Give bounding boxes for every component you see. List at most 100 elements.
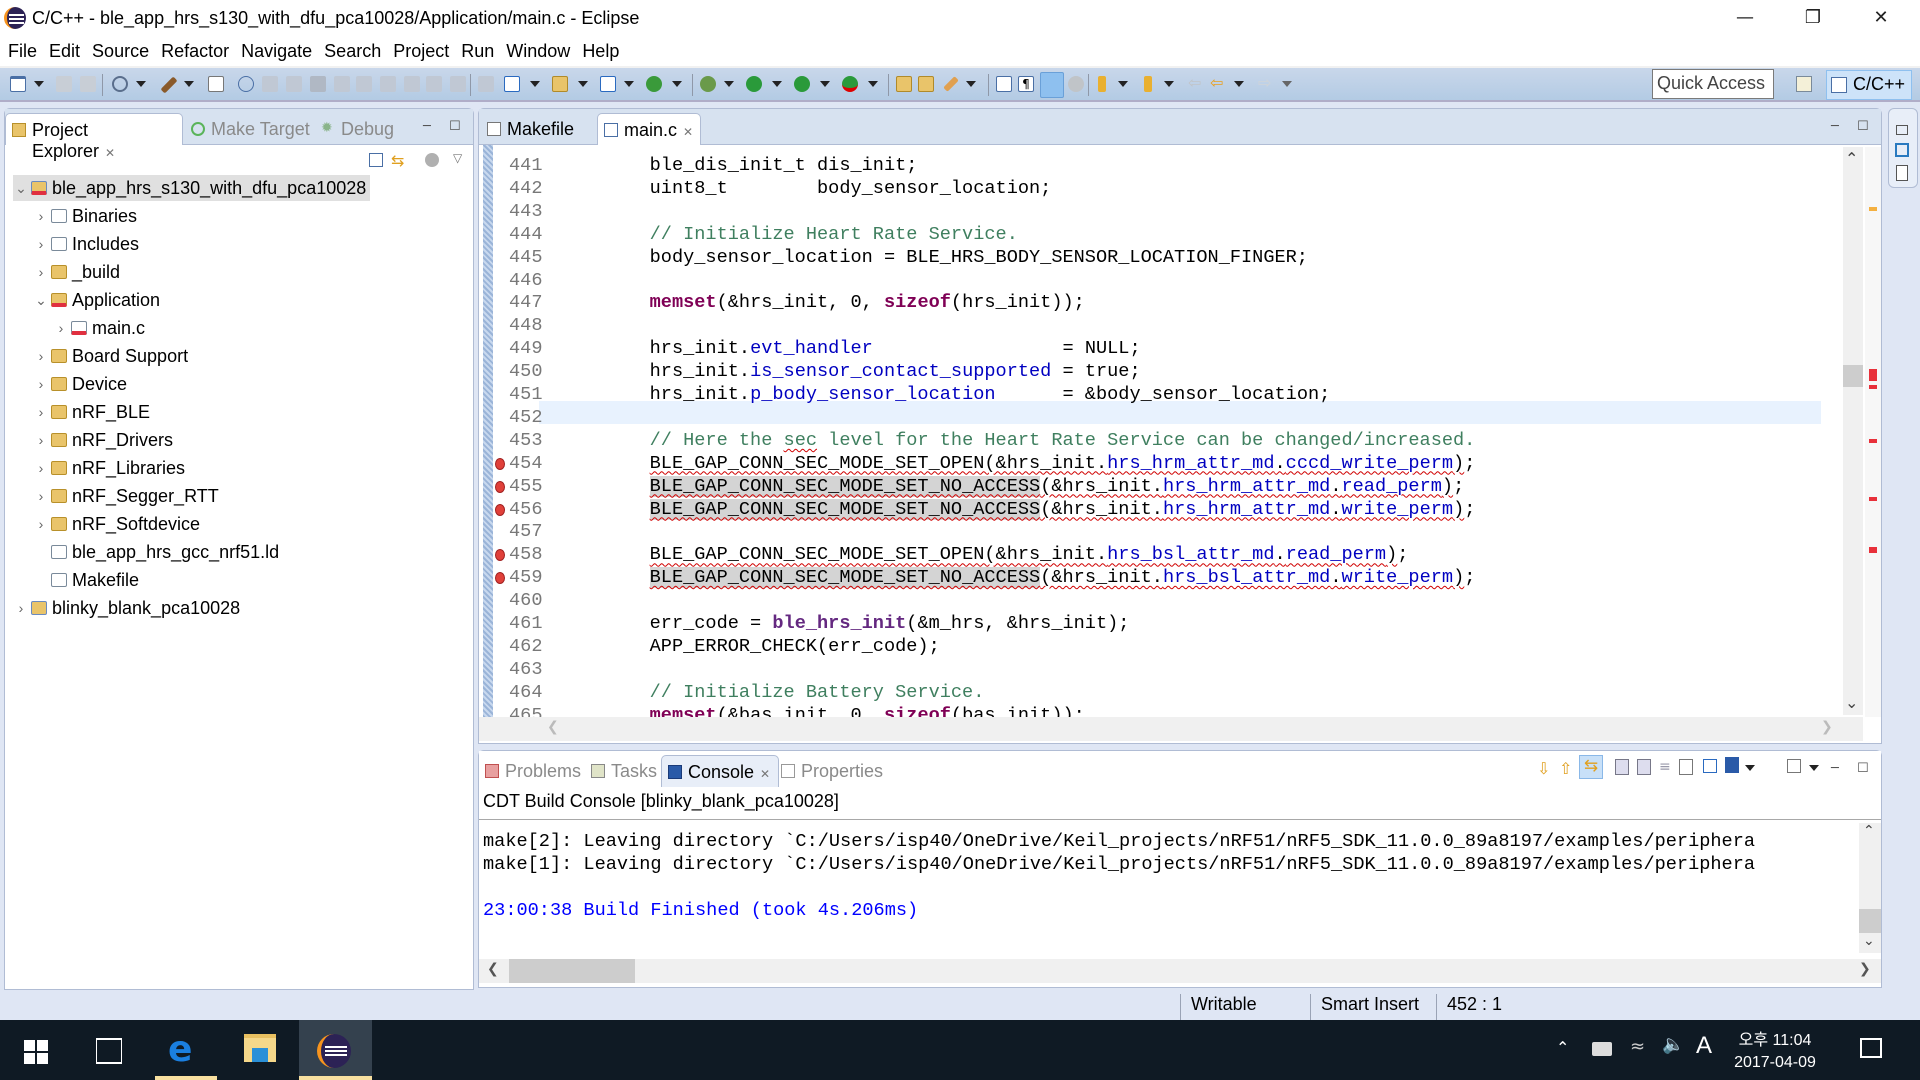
- minimize-panel-icon[interactable]: ─: [423, 119, 431, 134]
- next-annotation-dropdown-icon[interactable]: [1118, 81, 1128, 87]
- chevron-right-icon[interactable]: ›: [33, 432, 49, 448]
- debug-dropdown-icon[interactable]: [724, 81, 734, 87]
- tree-item[interactable]: ble_app_hrs_gcc_nrf51.ld: [33, 539, 279, 565]
- file-explorer-icon[interactable]: [244, 1034, 276, 1062]
- save-icon[interactable]: [56, 76, 72, 92]
- tree-item[interactable]: ⌄ ble_app_hrs_s130_with_dfu_pca10028: [13, 175, 371, 201]
- minimize-editor-icon[interactable]: ─: [1831, 119, 1839, 134]
- last-edit-location-icon[interactable]: ⇦: [1188, 75, 1204, 92]
- new-c-project-icon[interactable]: [504, 76, 520, 92]
- highlight-toggle-icon[interactable]: [1040, 72, 1064, 98]
- perspective-cpp-button[interactable]: C/C++: [1826, 70, 1912, 100]
- external-tools-dropdown-icon[interactable]: [868, 81, 878, 87]
- display-console-icon[interactable]: [1725, 757, 1739, 773]
- run-configurations-dropdown-icon[interactable]: [820, 81, 830, 87]
- binary-icon[interactable]: [208, 76, 224, 92]
- chevron-right-icon[interactable]: ›: [53, 320, 69, 336]
- forward-dropdown-icon[interactable]: [1282, 81, 1292, 87]
- filters-icon[interactable]: [425, 153, 439, 167]
- restore-views-icon[interactable]: [1896, 125, 1908, 135]
- eclipse-taskbar-button[interactable]: [299, 1020, 372, 1080]
- tree-item[interactable]: ⌄ Application: [33, 287, 160, 313]
- chevron-right-icon[interactable]: ›: [33, 404, 49, 420]
- new-source-folder-dropdown-icon[interactable]: [578, 81, 588, 87]
- wifi-icon[interactable]: ≈: [1630, 1036, 1645, 1057]
- chevron-right-icon[interactable]: ›: [33, 516, 49, 532]
- tab-console[interactable]: Console ✕: [661, 755, 780, 787]
- open-element-icon[interactable]: [918, 76, 934, 92]
- tab-makefile[interactable]: Makefile: [481, 113, 582, 145]
- tree-item[interactable]: › Device: [33, 371, 127, 397]
- step-into-icon[interactable]: [356, 76, 372, 92]
- step-return-icon[interactable]: [404, 76, 420, 92]
- menu-edit[interactable]: Edit: [49, 41, 80, 62]
- tree-item[interactable]: › blinky_blank_pca10028: [13, 595, 241, 621]
- chevron-right-icon[interactable]: ›: [13, 600, 29, 616]
- scroll-right-icon[interactable]: ❯: [1821, 719, 1833, 735]
- error-marker-icon[interactable]: [495, 480, 505, 493]
- run-icon[interactable]: [746, 76, 762, 92]
- scroll-lock-up-icon[interactable]: ⇧: [1559, 759, 1572, 778]
- new-class-dropdown-icon[interactable]: [672, 81, 682, 87]
- menu-navigate[interactable]: Navigate: [241, 41, 312, 62]
- disconnect-icon[interactable]: [334, 76, 350, 92]
- ime-indicator[interactable]: A: [1696, 1032, 1712, 1060]
- tab-properties[interactable]: Properties: [775, 755, 891, 787]
- scroll-left-icon[interactable]: ❮: [547, 719, 559, 735]
- new-c-project-dropdown-icon[interactable]: [530, 81, 540, 87]
- block-selection-icon[interactable]: [1068, 76, 1084, 92]
- resume-icon[interactable]: [262, 76, 278, 92]
- error-marker-icon[interactable]: [495, 503, 505, 516]
- close-tab-icon[interactable]: ✕: [760, 767, 770, 781]
- tree-item[interactable]: › nRF_Segger_RTT: [33, 483, 219, 509]
- skip-breakpoints-icon[interactable]: [238, 76, 254, 92]
- console-vertical-scrollbar[interactable]: ⌃ ⌄: [1859, 823, 1881, 953]
- clear-console-icon[interactable]: [1679, 759, 1693, 775]
- build-config-dropdown-icon[interactable]: [136, 81, 146, 87]
- open-perspective-icon[interactable]: [1796, 76, 1812, 92]
- search-icon[interactable]: [943, 76, 959, 92]
- display-console-dropdown-icon[interactable]: [1745, 765, 1755, 771]
- scroll-lock-down-icon[interactable]: ⇩: [1537, 759, 1550, 778]
- debug-icon[interactable]: [700, 76, 716, 92]
- show-hidden-icons[interactable]: ⌃: [1556, 1038, 1569, 1057]
- task-list-icon[interactable]: [1896, 165, 1908, 181]
- editor-vertical-scrollbar[interactable]: ⌃ ⌄: [1843, 147, 1863, 715]
- collapse-all-icon[interactable]: [369, 153, 383, 167]
- scroll-down-icon[interactable]: ⌄: [1863, 933, 1875, 949]
- new-class-icon[interactable]: [646, 76, 662, 92]
- quick-access-input[interactable]: Quick Access: [1652, 69, 1774, 99]
- scroll-thumb[interactable]: [1843, 365, 1863, 387]
- link-console-icon[interactable]: ⇆: [1579, 755, 1603, 779]
- tree-item[interactable]: › main.c: [53, 315, 145, 341]
- edge-icon[interactable]: e: [168, 1032, 192, 1068]
- tree-item[interactable]: › _build: [33, 259, 120, 285]
- open-console-dropdown-icon[interactable]: [1809, 765, 1819, 771]
- drop-to-frame-icon[interactable]: [450, 76, 466, 92]
- tab-make-target[interactable]: Make Target: [185, 113, 318, 145]
- code-area[interactable]: 441 ble_dis_init_t dis_init; 442 uint8_t …: [493, 145, 1823, 726]
- restore-button[interactable]: ❐: [1784, 0, 1842, 34]
- tab-tasks[interactable]: Tasks: [585, 755, 665, 787]
- restart-icon[interactable]: [478, 76, 494, 92]
- menu-window[interactable]: Window: [506, 41, 570, 62]
- chevron-right-icon[interactable]: ›: [33, 348, 49, 364]
- new-dropdown-icon[interactable]: [34, 81, 44, 87]
- chevron-right-icon[interactable]: ›: [33, 488, 49, 504]
- next-annotation-icon[interactable]: [1098, 76, 1106, 92]
- tree-item[interactable]: › Binaries: [33, 203, 137, 229]
- scroll-left-icon[interactable]: ❮: [487, 961, 499, 977]
- tree-item[interactable]: › nRF_BLE: [33, 399, 150, 425]
- forward-icon[interactable]: ⇨: [1258, 75, 1274, 92]
- maximize-panel-icon[interactable]: ☐: [449, 119, 461, 134]
- minimize-button[interactable]: —: [1716, 0, 1774, 34]
- tree-item[interactable]: › Board Support: [33, 343, 188, 369]
- copy-console-icon[interactable]: [1615, 759, 1629, 775]
- chevron-down-icon[interactable]: ⌄: [13, 180, 29, 197]
- tab-main-c[interactable]: main.c ✕: [597, 113, 701, 145]
- previous-annotation-icon[interactable]: [1144, 76, 1152, 92]
- tree-item[interactable]: › nRF_Drivers: [33, 427, 173, 453]
- menu-refactor[interactable]: Refactor: [161, 41, 229, 62]
- menu-search[interactable]: Search: [324, 41, 381, 62]
- scroll-up-icon[interactable]: ⌃: [1863, 823, 1875, 839]
